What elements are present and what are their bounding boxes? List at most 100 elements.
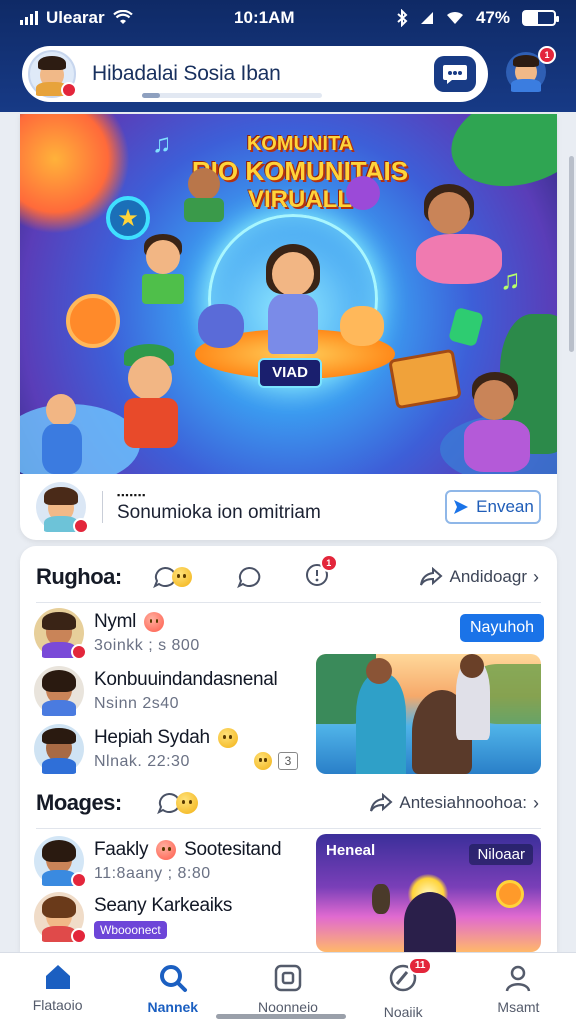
chat-button[interactable] <box>434 56 476 92</box>
chevron-right-icon: › <box>533 566 539 587</box>
row-avatar <box>34 892 87 944</box>
comment-reaction[interactable] <box>152 565 192 589</box>
row-status-dot <box>71 928 87 944</box>
smile-emoji-icon <box>175 792 198 814</box>
page-title: Hibadalai Sosia Iban <box>92 62 281 85</box>
composer-status-dot <box>73 518 89 534</box>
tongue-emoji-icon <box>144 612 165 632</box>
cellular-icon <box>420 12 433 24</box>
hero-title-line1: KOMUNITA <box>246 133 354 155</box>
comment-icon[interactable] <box>236 565 262 589</box>
character-left-bottom <box>110 344 210 454</box>
share-button[interactable]: Envean <box>445 490 541 524</box>
nav-edit[interactable]: 11 Noaiik <box>346 953 461 1024</box>
composer-bar: ▪▪▪▪▪▪▪ Sonumioka ion omitriam Envean <box>20 474 557 540</box>
section-title-second: Moages: <box>36 790 122 815</box>
home-icon <box>45 965 70 989</box>
notification-badge: 1 <box>538 46 556 64</box>
media-chip: Niloaar <box>469 844 533 865</box>
section-link-first[interactable]: Andidoagr › <box>419 567 539 588</box>
section-header-second: Moages: Antesiahnoohoa: › <box>20 778 557 828</box>
row-name-suffix: Sootesitand <box>184 839 282 860</box>
grin-emoji-icon <box>217 728 238 748</box>
share-arrow-icon <box>420 567 444 586</box>
smile-icon <box>66 294 120 348</box>
list-item[interactable]: Seany Karkeaiks Wbooonect <box>34 892 232 944</box>
row-action-button[interactable]: Nayuhoh <box>460 614 545 642</box>
smile-emoji-icon <box>171 567 192 587</box>
post-image-night[interactable]: Heneal Niloaar <box>316 834 541 952</box>
signal-icon <box>20 11 38 25</box>
post-image-pool[interactable] <box>316 654 541 774</box>
battery-percent: 47% <box>475 8 510 27</box>
nav-profile[interactable]: Msamt <box>461 953 576 1024</box>
clock: 10:1AM <box>234 8 295 27</box>
media-title: Heneal <box>326 842 376 859</box>
list-item[interactable]: Nyml 3oinkk ; s 800 <box>34 608 200 660</box>
character-right-top <box>400 184 510 294</box>
reaction-group[interactable]: 3 <box>254 752 298 770</box>
nav-badge: 11 <box>408 957 433 975</box>
nav-label-square: Noonneio <box>258 999 318 1015</box>
section-link-label-first: Andidoagr <box>449 567 527 586</box>
list-item[interactable]: Hepiah Sydah Nlnak. 22:30 <box>34 724 238 774</box>
row-subtext: 3oinkk ; s 800 <box>94 637 200 654</box>
nav-label-home: Flataoio <box>32 997 83 1013</box>
search-icon <box>159 965 187 992</box>
tongue-emoji-icon <box>156 840 177 860</box>
row-avatar <box>34 608 87 660</box>
divider <box>36 602 541 603</box>
reaction-count: 3 <box>278 752 298 770</box>
row-name: Konbuuindandasnenal <box>94 669 278 690</box>
send-icon <box>454 500 469 514</box>
notification-count-badge: 1 <box>319 553 338 572</box>
home-indicator[interactable] <box>216 1014 346 1019</box>
scrollbar[interactable] <box>569 156 574 352</box>
profile-icon <box>506 965 531 992</box>
phone-icon <box>448 306 484 348</box>
row-avatar <box>34 724 84 774</box>
divider <box>36 828 541 829</box>
list-item[interactable]: Faakly Sootesitand 11:8aany ; 8:80 <box>34 836 282 888</box>
character-left-mid <box>138 234 188 304</box>
hero-view-button[interactable]: VIAD <box>258 358 322 388</box>
row-status-dot <box>71 872 87 888</box>
profile-button[interactable]: 1 <box>506 46 556 96</box>
composer-small-label: ▪▪▪▪▪▪▪ <box>117 490 147 500</box>
music-note-icon: ♫ <box>500 264 521 295</box>
blue-pet <box>198 304 244 348</box>
character-left-top <box>184 164 224 224</box>
nav-search[interactable]: Nannek <box>115 953 230 1024</box>
game-board-icon <box>388 348 462 410</box>
composer-input[interactable]: ▪▪▪▪▪▪▪ Sonumioka ion omitriam <box>117 490 445 524</box>
row-avatar <box>34 836 87 888</box>
row-name: Nyml <box>94 611 137 632</box>
composer-divider <box>102 491 103 523</box>
wifi-icon <box>112 10 133 24</box>
comment-reaction[interactable] <box>156 791 198 815</box>
share-arrow-icon <box>370 793 393 812</box>
nav-label-profile: Msamt <box>497 999 540 1015</box>
character-right-bottom <box>460 372 540 472</box>
notifications-button[interactable]: 1 <box>304 553 338 593</box>
row-subtext: Nlnak. 22:30 <box>94 753 190 770</box>
header-bar: Hibadalai Sosia Iban <box>22 46 488 102</box>
row-status-dot <box>71 644 87 660</box>
battery-icon <box>521 10 559 26</box>
row-name: Faakly <box>94 839 149 860</box>
central-character <box>258 244 328 354</box>
hero-card: KOMUNITA RIO KOMUNITAIS VIRUALL ★ ♫ ♫ VI… <box>20 114 557 540</box>
composer-prompt: Sonumioka ion omitriam <box>117 502 321 523</box>
nav-home[interactable]: Flataoio <box>0 953 115 1024</box>
feed-card: Rughoa: 1 Andidoagr › Nyml 3oinkk ; s 80… <box>20 546 557 952</box>
star-icon: ★ <box>106 196 150 240</box>
hero-illustration[interactable]: KOMUNITA RIO KOMUNITAIS VIRUALL ★ ♫ ♫ VI… <box>20 114 557 474</box>
section-title-first: Rughoa: <box>36 564 122 589</box>
status-bar: Ulearar 10:1AM 47% <box>0 0 576 36</box>
list-item[interactable]: Konbuuindandasnenal Nsinn 2s40 <box>34 666 278 716</box>
row-name: Hepiah Sydah <box>94 727 210 748</box>
composer-avatar[interactable] <box>36 482 89 534</box>
section-link-second[interactable]: Antesiahnoohoa: › <box>369 793 539 814</box>
laugh-emoji-icon <box>254 752 272 770</box>
user-avatar[interactable] <box>28 50 77 98</box>
